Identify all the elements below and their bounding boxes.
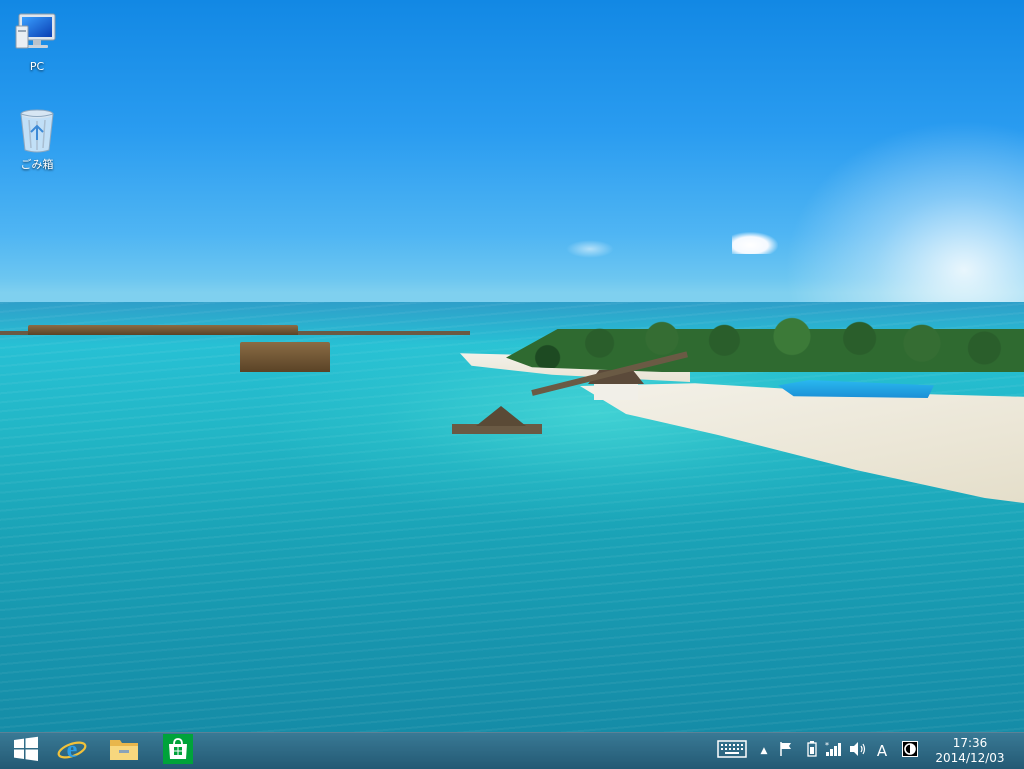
flag-icon	[779, 741, 793, 761]
taskbar-store[interactable]	[152, 733, 204, 769]
ime-mode-button[interactable]: A	[872, 741, 892, 761]
ime-button[interactable]	[900, 741, 920, 761]
computer-icon	[13, 10, 61, 58]
battery-button[interactable]	[802, 741, 822, 761]
wallpaper-cloud-faint	[566, 240, 614, 258]
desktop-icon-label: PC	[29, 60, 45, 73]
action-center-button[interactable]	[776, 741, 796, 761]
folder-icon	[109, 736, 139, 766]
network-button[interactable]: *	[824, 741, 844, 761]
volume-button[interactable]	[848, 741, 868, 761]
desktop-icon-recycle-bin[interactable]: ごみ箱	[0, 106, 74, 172]
desktop-icon-label: ごみ箱	[20, 158, 54, 171]
wallpaper-cloud	[732, 232, 778, 254]
clock-date: 2014/12/03	[935, 751, 1005, 765]
svg-text:e: e	[67, 737, 78, 763]
wallpaper-hut-cluster	[240, 342, 330, 372]
store-bag-icon	[163, 734, 193, 768]
touch-keyboard-button[interactable]	[716, 740, 748, 762]
chevron-up-icon: ▲	[760, 746, 768, 756]
ime-mode-indicator: A	[876, 742, 888, 760]
speaker-icon	[849, 741, 867, 761]
battery-icon	[807, 741, 817, 761]
ime-icon	[902, 741, 918, 761]
windows-logo-icon	[13, 736, 39, 766]
desktop-wallpaper[interactable]: PC ごみ箱	[0, 0, 1024, 732]
recycle-bin-icon	[13, 106, 61, 154]
taskbar-internet-explorer[interactable]: e	[46, 733, 98, 769]
internet-explorer-icon: e	[57, 734, 87, 768]
show-hidden-icons-button[interactable]: ▲	[754, 741, 774, 761]
start-button[interactable]	[0, 733, 52, 769]
network-icon: *	[825, 741, 843, 761]
wallpaper-hut-row	[28, 325, 298, 335]
keyboard-icon	[717, 740, 747, 762]
clock-time: 17:36	[952, 736, 988, 750]
taskbar-file-explorer[interactable]	[98, 733, 150, 769]
svg-text:*: *	[825, 741, 829, 750]
taskbar: e ▲ * A 17:36 2014/12/03	[0, 732, 1024, 769]
system-tray: ▲ * A 17:36 2014/12/03	[712, 733, 1024, 769]
desktop-icon-pc[interactable]: PC	[0, 10, 74, 73]
taskbar-clock[interactable]: 17:36 2014/12/03	[928, 736, 1012, 766]
wallpaper-jetty	[452, 351, 692, 440]
